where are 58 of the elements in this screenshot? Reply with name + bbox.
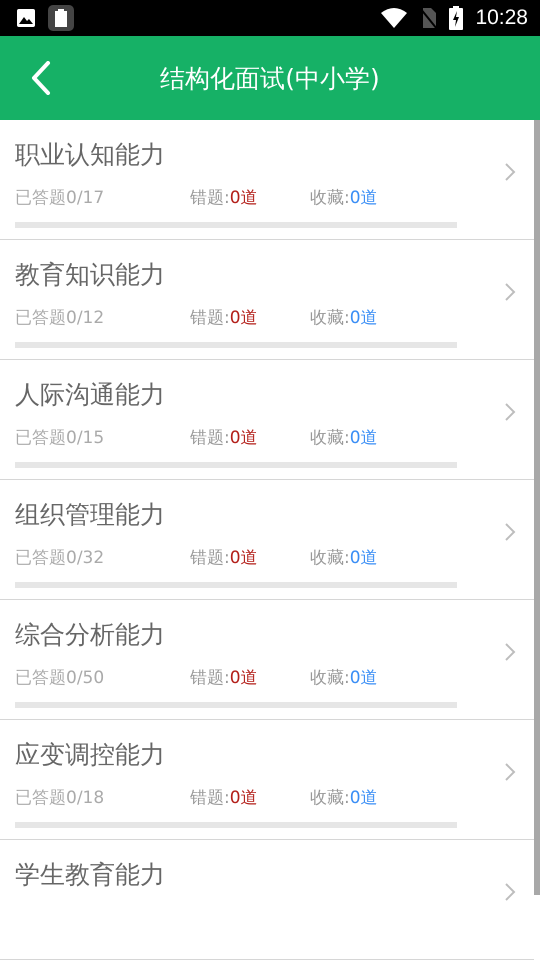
favorite-label: 收藏:: [310, 307, 350, 330]
wrong-count: 0道: [230, 187, 258, 210]
chevron-right-icon: [504, 402, 516, 422]
wrong-label: 错题:: [190, 427, 230, 450]
answered-count: 已答题0/17: [15, 187, 106, 210]
category-title: 应变调控能力: [15, 739, 166, 771]
chevron-right-icon: [504, 162, 516, 182]
category-title: 综合分析能力: [15, 619, 166, 651]
wrong-label: 错题:: [190, 787, 230, 810]
wrong-label: 错题:: [190, 307, 230, 330]
image-icon: [16, 8, 36, 28]
answered-count: 已答题0/18: [15, 787, 106, 810]
favorite-label: 收藏:: [310, 667, 350, 690]
wrong-count: 0道: [230, 787, 258, 810]
category-title: 教育知识能力: [15, 259, 166, 291]
category-title: 人际沟通能力: [15, 379, 166, 411]
chevron-right-icon: [504, 882, 516, 902]
favorite-count: 0道: [350, 547, 378, 570]
category-row[interactable]: 教育知识能力 已答题0/12 错题:0道 收藏:0道: [0, 240, 534, 360]
favorite-label: 收藏:: [310, 187, 350, 210]
favorite-count: 0道: [350, 667, 378, 690]
wrong-count: 0道: [230, 307, 258, 330]
favorite-label: 收藏:: [310, 547, 350, 570]
wrong-label: 错题:: [190, 547, 230, 570]
favorite-count: 0道: [350, 427, 378, 450]
category-title: 职业认知能力: [15, 139, 166, 171]
clock-time: 10:28: [475, 6, 528, 30]
chevron-right-icon: [504, 642, 516, 662]
chevron-right-icon: [504, 522, 516, 542]
clipboard-icon: [48, 5, 74, 31]
category-row[interactable]: 学生教育能力: [0, 840, 534, 960]
answered-count: 已答题0/32: [15, 547, 106, 570]
answered-count: 已答题0/12: [15, 307, 106, 330]
battery-charging-icon: [449, 6, 464, 30]
wifi-icon: [381, 7, 408, 29]
category-row[interactable]: 职业认知能力 已答题0/17 错题:0道 收藏:0道: [0, 120, 534, 240]
wrong-count: 0道: [230, 667, 258, 690]
category-row[interactable]: 应变调控能力 已答题0/18 错题:0道 收藏:0道: [0, 720, 534, 840]
favorite-label: 收藏:: [310, 427, 350, 450]
favorite-count: 0道: [350, 307, 378, 330]
chevron-right-icon: [504, 762, 516, 782]
favorite-count: 0道: [350, 787, 378, 810]
answered-count: 已答题0/50: [15, 667, 106, 690]
category-row[interactable]: 综合分析能力 已答题0/50 错题:0道 收藏:0道: [0, 600, 534, 720]
favorite-label: 收藏:: [310, 787, 350, 810]
category-title: 学生教育能力: [15, 859, 166, 891]
favorite-count: 0道: [350, 187, 378, 210]
category-row[interactable]: 人际沟通能力 已答题0/15 错题:0道 收藏:0道: [0, 360, 534, 480]
wrong-count: 0道: [230, 547, 258, 570]
category-title: 组织管理能力: [15, 499, 166, 531]
wrong-label: 错题:: [190, 187, 230, 210]
wrong-count: 0道: [230, 427, 258, 450]
back-icon[interactable]: [31, 61, 51, 95]
category-row[interactable]: 组织管理能力 已答题0/32 错题:0道 收藏:0道: [0, 480, 534, 600]
answered-count: 已答题0/15: [15, 427, 106, 450]
chevron-right-icon: [504, 282, 516, 302]
wrong-label: 错题:: [190, 667, 230, 690]
screen-title: 结构化面试(中小学): [160, 62, 380, 94]
